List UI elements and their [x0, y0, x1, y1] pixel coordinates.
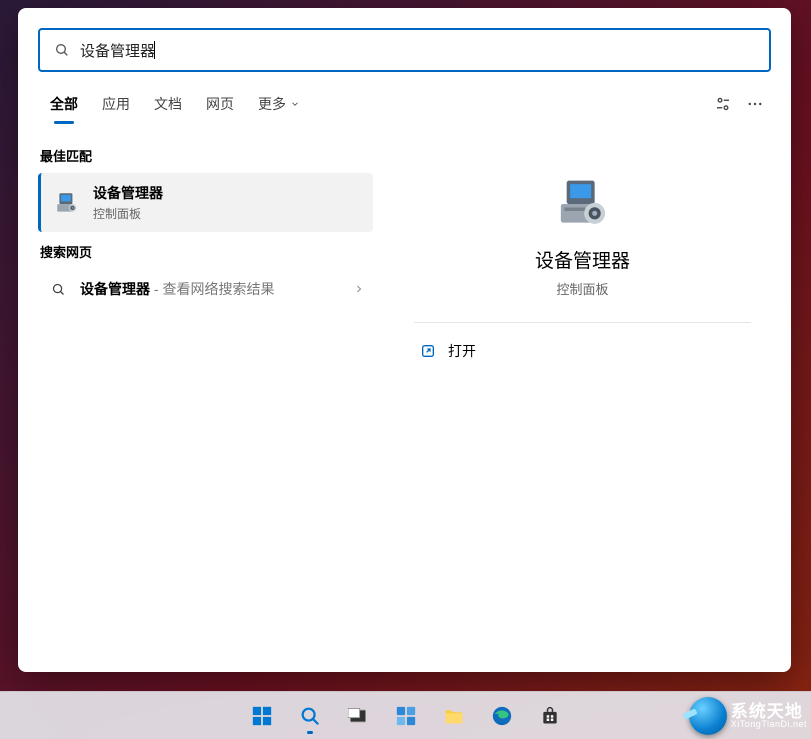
open-action[interactable]: 打开: [414, 323, 751, 379]
search-panel: 设备管理器 全部 应用 文档 网页 更多 最佳匹配 设备管理器: [18, 8, 791, 672]
edge-browser-button[interactable]: [482, 696, 522, 736]
results-left-column: 最佳匹配 设备管理器 控制面板 搜索网页 设备管理器 - 查看网络搜索结果: [38, 136, 373, 652]
web-search-term: 设备管理器: [80, 281, 150, 297]
text-cursor: [154, 41, 155, 59]
detail-header: 设备管理器 控制面板: [414, 176, 751, 323]
chevron-down-icon: [290, 99, 300, 109]
watermark-logo-icon: [689, 697, 727, 735]
quick-settings-icon[interactable]: [707, 88, 739, 120]
best-match-title: 设备管理器: [93, 183, 163, 203]
watermark-brand: 系统天地: [731, 703, 807, 720]
tab-more-label: 更多: [258, 94, 286, 114]
open-icon: [420, 343, 436, 359]
tab-all[interactable]: 全部: [38, 86, 90, 122]
web-search-hint: - 查看网络搜索结果: [150, 281, 274, 297]
start-button[interactable]: [242, 696, 282, 736]
open-label: 打开: [448, 341, 476, 361]
section-best-match-label: 最佳匹配: [38, 136, 373, 173]
tab-more[interactable]: 更多: [246, 86, 312, 122]
detail-title: 设备管理器: [535, 246, 630, 273]
device-manager-icon: [53, 189, 81, 217]
detail-pane: 设备管理器 控制面板 打开: [393, 136, 771, 652]
web-search-item[interactable]: 设备管理器 - 查看网络搜索结果: [38, 269, 373, 309]
task-view-button[interactable]: [338, 696, 378, 736]
tabs-row: 全部 应用 文档 网页 更多: [18, 82, 791, 126]
section-search-web-label: 搜索网页: [38, 232, 373, 269]
microsoft-store-button[interactable]: [530, 696, 570, 736]
chevron-right-icon: [353, 283, 365, 295]
watermark: 系统天地 XiTongTianDi.net: [689, 697, 807, 735]
results-area: 最佳匹配 设备管理器 控制面板 搜索网页 设备管理器 - 查看网络搜索结果: [18, 126, 791, 672]
file-explorer-button[interactable]: [434, 696, 474, 736]
watermark-url: XiTongTianDi.net: [731, 720, 807, 729]
taskbar-search-button[interactable]: [290, 696, 330, 736]
tab-web[interactable]: 网页: [194, 86, 246, 122]
tab-documents[interactable]: 文档: [142, 86, 194, 122]
tab-apps[interactable]: 应用: [90, 86, 142, 122]
search-icon: [54, 42, 70, 58]
best-match-subtitle: 控制面板: [93, 205, 163, 222]
widgets-button[interactable]: [386, 696, 426, 736]
search-icon: [46, 282, 70, 297]
search-box[interactable]: 设备管理器: [38, 28, 771, 72]
search-input-value: 设备管理器: [80, 40, 155, 61]
device-manager-icon: [555, 176, 611, 232]
more-options-icon[interactable]: [739, 88, 771, 120]
best-match-item[interactable]: 设备管理器 控制面板: [38, 173, 373, 232]
detail-subtitle: 控制面板: [556, 279, 608, 298]
